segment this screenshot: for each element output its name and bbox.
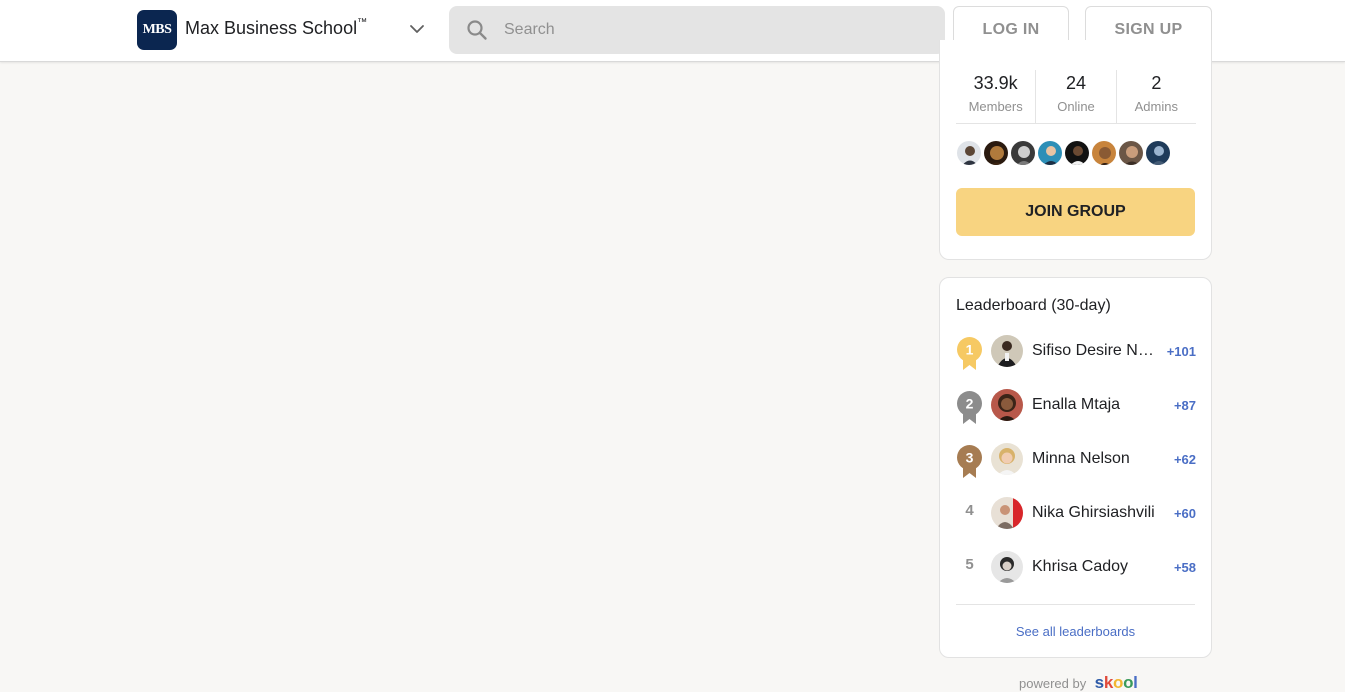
leader-points: +60 (1173, 506, 1196, 521)
stat-value: 2 (1151, 73, 1162, 93)
leaderboard-card: Leaderboard (30-day) 1 Sifiso Desire Ndl… (939, 277, 1212, 658)
leader-name[interactable]: Sifiso Desire Ndlovu (1032, 342, 1160, 360)
join-group-button[interactable]: JOIN GROUP (956, 188, 1195, 236)
leader-points: +101 (1166, 344, 1196, 359)
skool-logo: skool (1094, 673, 1138, 692)
leaderboard-row[interactable]: 4 Nika Ghirsiashvili +60 (956, 497, 1196, 533)
stat-label: Online (1057, 99, 1095, 114)
rank-number: 5 (965, 556, 974, 573)
stat-online[interactable]: 24 Online (1035, 70, 1115, 123)
member-avatar[interactable] (1145, 140, 1171, 166)
leaderboard-title: Leaderboard (30-day) (956, 297, 1111, 314)
stat-members[interactable]: 33.9k Members (956, 70, 1035, 123)
group-about-card: 33.9k Members 24 Online 2 Admins JOIN GR… (939, 40, 1212, 260)
search-input[interactable] (504, 6, 924, 54)
leader-avatar[interactable] (991, 551, 1023, 583)
leader-name[interactable]: Enalla Mtaja (1032, 396, 1160, 414)
powered-by-footer[interactable]: powered by skool (1019, 673, 1138, 692)
rank-number: 3 (966, 450, 974, 466)
stat-label: Admins (1134, 99, 1178, 114)
bronze-medal-icon: 3 (957, 445, 982, 478)
powered-by-label: powered by (1019, 676, 1087, 691)
leader-avatar[interactable] (991, 335, 1023, 367)
leader-avatar[interactable] (991, 497, 1023, 529)
group-name[interactable]: Max Business School™ (185, 17, 368, 39)
member-avatar[interactable] (1118, 140, 1144, 166)
leaderboard-row[interactable]: 3 Minna Nelson +62 (956, 443, 1196, 479)
leader-name[interactable]: Nika Ghirsiashvili (1032, 504, 1160, 522)
search-bar[interactable] (449, 6, 945, 54)
silver-medal-icon: 2 (957, 391, 982, 424)
stat-value: 24 (1065, 73, 1086, 93)
member-avatar[interactable] (1037, 140, 1063, 166)
leader-avatar[interactable] (991, 443, 1023, 475)
search-icon (467, 20, 487, 40)
stat-label: Members (968, 99, 1023, 114)
leader-points: +87 (1173, 398, 1196, 413)
group-stats: 33.9k Members 24 Online 2 Admins (956, 70, 1196, 124)
member-avatar[interactable] (1010, 140, 1036, 166)
member-avatar[interactable] (956, 140, 982, 166)
rank-number: 2 (966, 396, 974, 412)
leader-name[interactable]: Khrisa Cadoy (1032, 558, 1160, 576)
group-logo[interactable]: MBS (137, 10, 177, 50)
leaderboard-row[interactable]: 5 Khrisa Cadoy +58 (956, 551, 1196, 587)
rank-number: 4 (965, 502, 974, 519)
leader-name[interactable]: Minna Nelson (1032, 450, 1160, 468)
chevron-down-icon[interactable] (408, 20, 426, 38)
see-all-leaderboards-link[interactable]: See all leaderboards (940, 624, 1211, 639)
leaderboard-divider (956, 604, 1195, 605)
member-avatar[interactable] (983, 140, 1009, 166)
group-name-text: Max Business School (185, 18, 358, 38)
stat-value: 33.9k (973, 73, 1018, 93)
rank-number: 1 (966, 342, 974, 358)
leader-avatar[interactable] (991, 389, 1023, 421)
leader-points: +62 (1173, 452, 1196, 467)
stat-admins[interactable]: 2 Admins (1115, 70, 1196, 123)
leader-points: +58 (1173, 560, 1196, 575)
member-avatar[interactable] (1064, 140, 1090, 166)
member-avatar[interactable] (1091, 140, 1117, 166)
leaderboard-row[interactable]: 1 Sifiso Desire Ndlovu +101 (956, 335, 1196, 371)
leaderboard-row[interactable]: 2 Enalla Mtaja +87 (956, 389, 1196, 425)
gold-medal-icon: 1 (957, 337, 982, 370)
trademark-symbol: ™ (357, 17, 368, 28)
